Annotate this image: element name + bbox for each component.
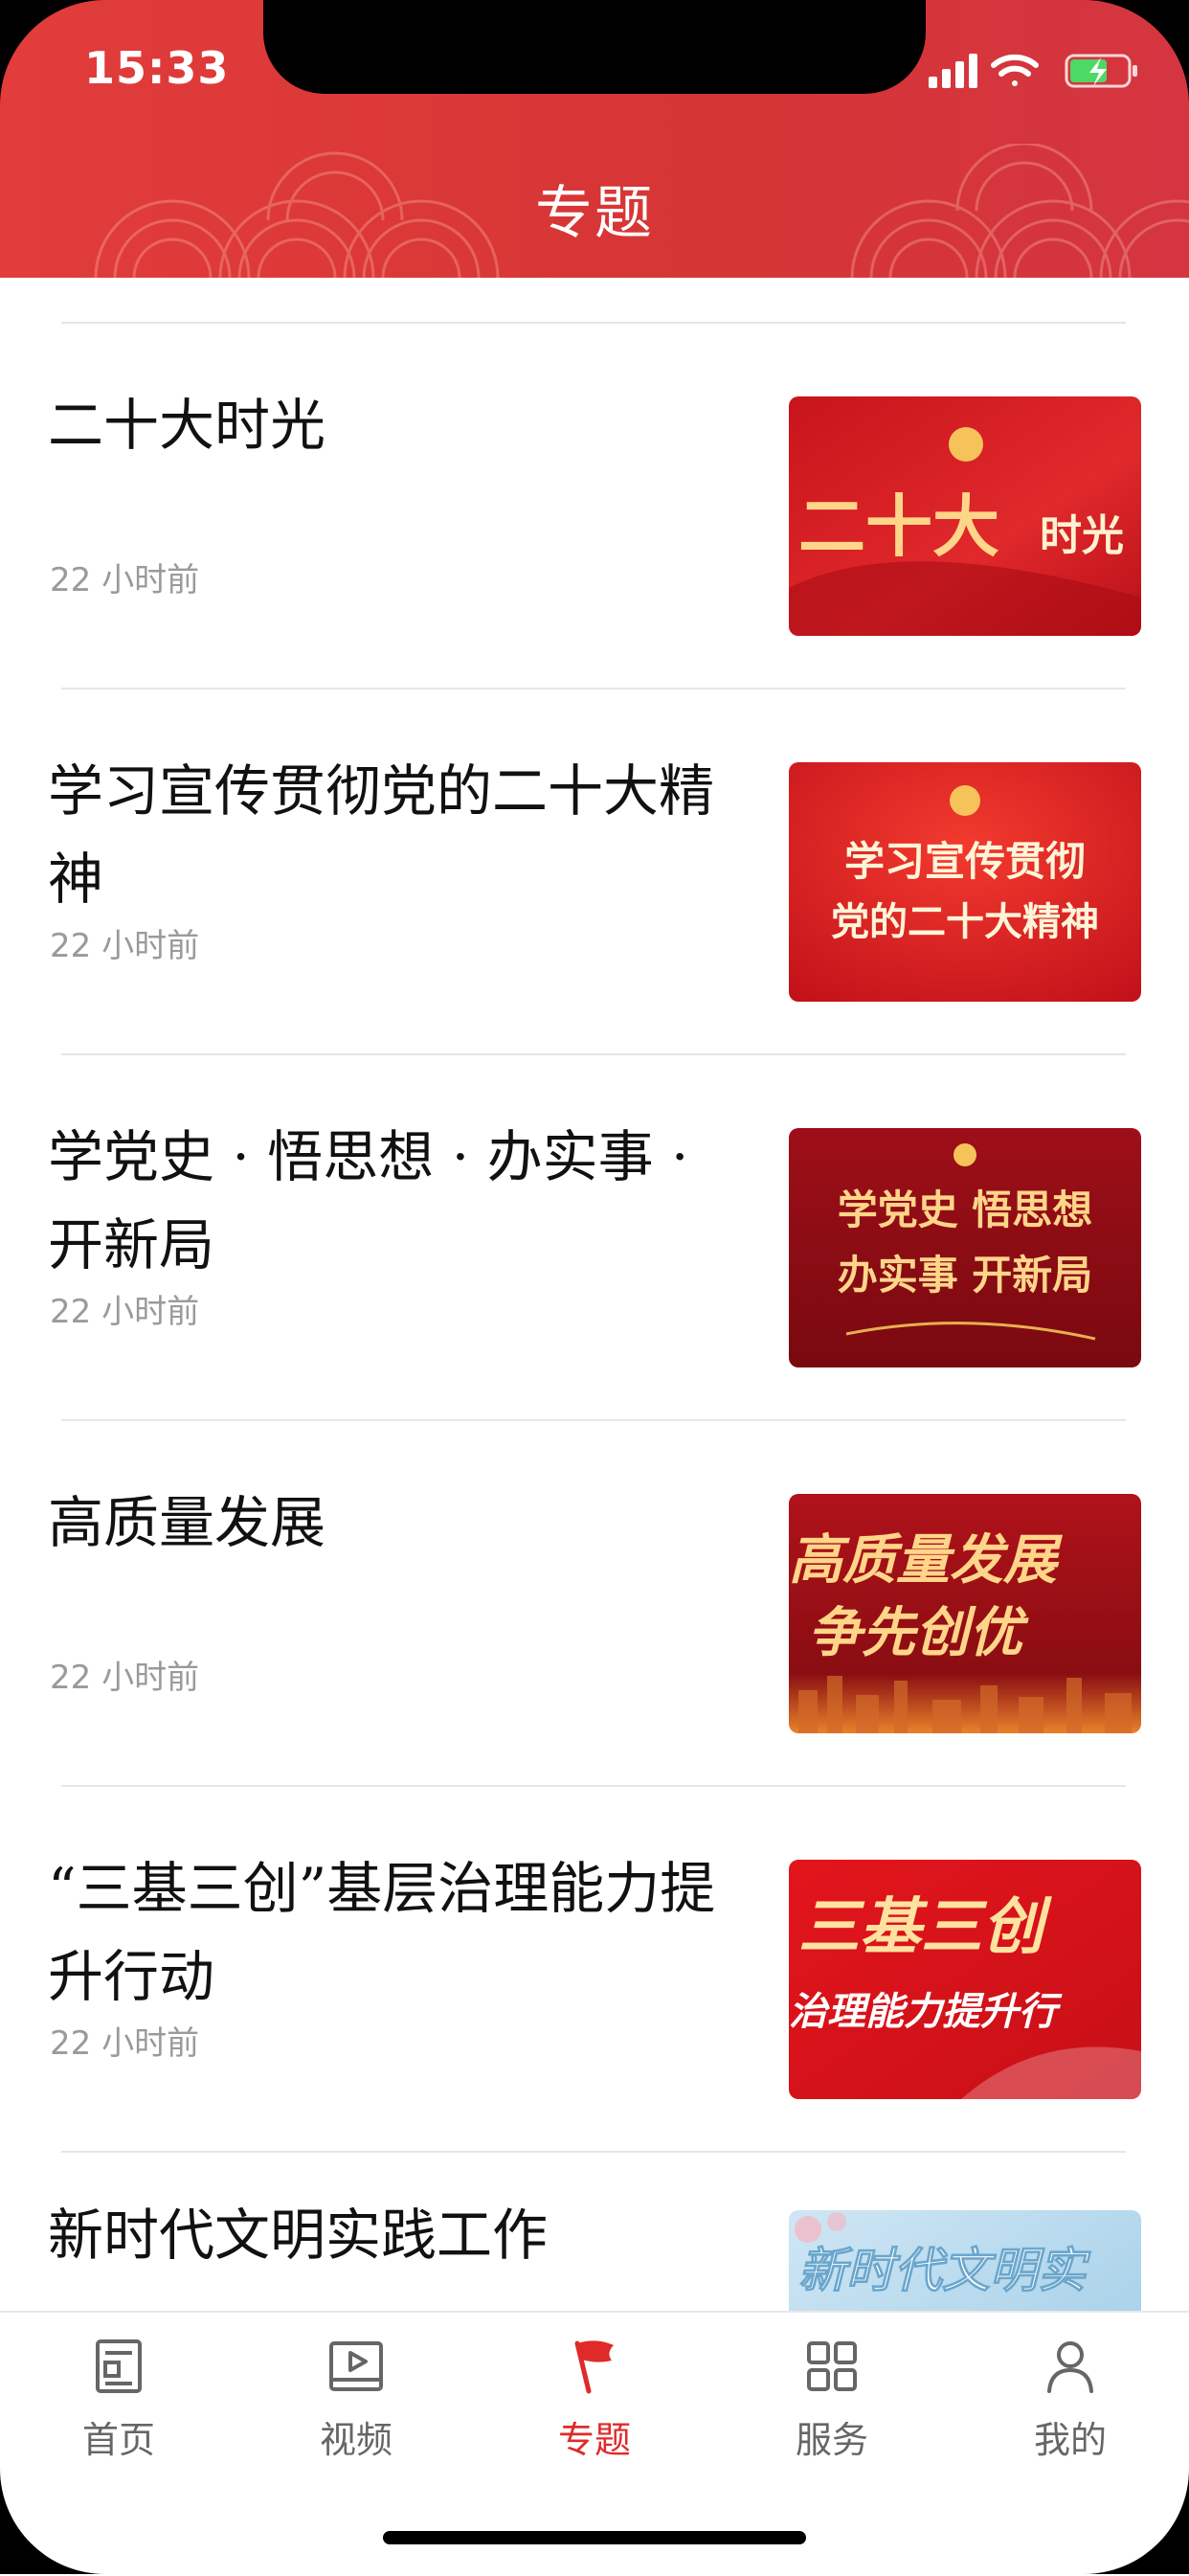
home-indicator[interactable] [383, 2531, 806, 2544]
item-thumbnail: 三基三创 治理能力提升行 [789, 1860, 1141, 2099]
grid-icon [807, 2341, 857, 2391]
thumb-text-line2: 党的二十大精神 [831, 899, 1099, 944]
tab-topics[interactable]: 专题 [476, 2336, 713, 2470]
thumb-text-line1: 学习宣传贯彻 [844, 838, 1086, 885]
party-emblem-icon [953, 1143, 976, 1166]
wifi-icon [991, 54, 1039, 86]
tab-label: 专题 [557, 2419, 631, 2461]
party-emblem-icon [950, 785, 980, 816]
status-icons [929, 54, 1137, 88]
tab-label: 我的 [1033, 2419, 1107, 2461]
list-item[interactable]: 高质量发展 22 小时前 高质量发展 争先创优 [0, 1421, 1189, 1785]
item-timestamp: 22 小时前 [50, 561, 200, 599]
item-thumbnail: 新时代文明实 [789, 2210, 1141, 2311]
tab-label: 首页 [81, 2419, 155, 2461]
thumb-text-line2: 治理能力提升行 [789, 1989, 1063, 2034]
item-thumbnail: 二十大 时光 [789, 396, 1141, 636]
tab-home[interactable]: 首页 [0, 2336, 237, 2470]
thumb-text-line2: 办实事 开新局 [838, 1252, 1093, 1299]
tab-label: 视频 [319, 2419, 393, 2461]
item-thumbnail: 学党史 悟思想 办实事 开新局 [789, 1128, 1141, 1367]
tab-services[interactable]: 服务 [713, 2336, 951, 2470]
user-icon [1047, 2341, 1093, 2393]
thumb-text-line1: 高质量发展 [789, 1528, 1064, 1592]
video-icon [329, 2341, 383, 2391]
item-timestamp: 22 小时前 [50, 2024, 200, 2063]
item-title: 新时代文明实践工作 [48, 2203, 549, 2268]
status-time: 15:33 [84, 42, 230, 94]
thumb-text-sub: 时光 [1040, 511, 1124, 560]
list-item[interactable]: 学党史 · 悟思想 · 办实事 · 开新局 22 小时前 学党史 悟思想 办实事… [0, 1055, 1189, 1419]
party-emblem-icon [949, 427, 983, 462]
item-title: 高质量发展 [48, 1490, 326, 1555]
item-thumbnail: 高质量发展 争先创优 [789, 1494, 1141, 1733]
thumb-text-main: 二十大 [798, 486, 999, 566]
cellular-signal-icon [929, 54, 977, 88]
list-item[interactable]: 新时代文明实践工作 新时代文明实 [0, 2153, 1189, 2311]
page-title: 专题 [535, 180, 654, 247]
thumb-text-line1: 新时代文明实 [798, 2242, 1091, 2298]
list-item[interactable]: “三基三创”基层治理能力提升行动 22 小时前 三基三创 治理能力提升行 [0, 1787, 1189, 2151]
flag-icon [574, 2340, 614, 2394]
item-title: 学党史 · 悟思想 · 办实事 · 开新局 [48, 1124, 689, 1277]
thumb-text-line1: 三基三创 [798, 1891, 1052, 1963]
device-notch [263, 0, 926, 94]
top-header: 15:33 专题 [0, 0, 1189, 278]
item-title: 学习宣传贯彻党的二十大精神 [48, 758, 715, 912]
item-thumbnail: 学习宣传贯彻 党的二十大精神 [789, 762, 1141, 1002]
item-timestamp: 22 小时前 [50, 1293, 200, 1331]
list-item[interactable]: 二十大时光 22 小时前 二十大 时光 [0, 324, 1189, 688]
item-title: 二十大时光 [48, 393, 326, 458]
thumb-text-line2: 争先创优 [808, 1601, 1029, 1664]
item-timestamp: 22 小时前 [50, 1659, 200, 1697]
topic-list[interactable]: 二十大时光 22 小时前 二十大 时光 学习宣传贯彻党的二十大精神 22 小时前 [0, 278, 1189, 2311]
tab-profile[interactable]: 我的 [952, 2336, 1189, 2470]
tab-label: 服务 [795, 2419, 868, 2461]
tab-video[interactable]: 视频 [237, 2336, 475, 2470]
battery-icon [1065, 54, 1137, 88]
item-title: “三基三创”基层治理能力提升行动 [48, 1856, 716, 2009]
thumb-text-line1: 学党史 悟思想 [838, 1186, 1093, 1233]
news-icon [96, 2339, 142, 2393]
list-item[interactable]: 学习宣传贯彻党的二十大精神 22 小时前 学习宣传贯彻 党的二十大精神 [0, 689, 1189, 1053]
item-timestamp: 22 小时前 [50, 927, 200, 965]
